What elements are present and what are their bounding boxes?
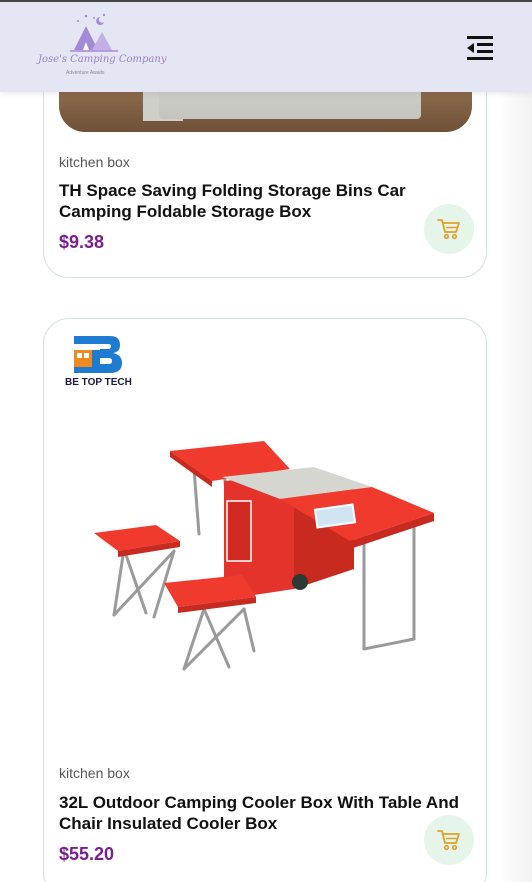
product-category[interactable]: kitchen box (59, 765, 130, 781)
logo-script-text: Jose's Camping Company (38, 54, 167, 65)
add-to-cart-button[interactable] (424, 204, 474, 254)
product-title[interactable]: 32L Outdoor Camping Cooler Box With Tabl… (59, 792, 479, 834)
site-logo[interactable]: Jose's Camping Company Adventure Awaits (34, 12, 166, 82)
product-title[interactable]: TH Space Saving Folding Storage Bins Car… (59, 180, 479, 222)
product-card[interactable]: BE TOP TECH kitchen box 32L Outdoor Camp… (43, 318, 487, 882)
menu-toggle-button[interactable] (464, 32, 496, 64)
product-price: $55.20 (59, 844, 115, 864)
scroll-shadow (498, 92, 532, 882)
add-to-cart-button[interactable] (424, 815, 474, 865)
logo-tagline: Adventure Awaits (66, 70, 105, 76)
window-top-border (0, 0, 532, 2)
shopping-cart-icon (437, 830, 460, 851)
campfire-tent-icon (70, 13, 118, 52)
product-category[interactable]: kitchen box (59, 154, 130, 170)
brand-logo: BE TOP TECH (62, 333, 140, 393)
brand-name: BE TOP TECH (65, 377, 132, 388)
brand-logo-icon (74, 336, 122, 373)
shopping-cart-icon (437, 219, 460, 240)
menu-collapse-icon (467, 36, 493, 60)
site-header: Jose's Camping Company Adventure Awaits (0, 2, 532, 92)
product-image[interactable] (94, 429, 444, 679)
product-price: $9.38 (59, 232, 105, 252)
